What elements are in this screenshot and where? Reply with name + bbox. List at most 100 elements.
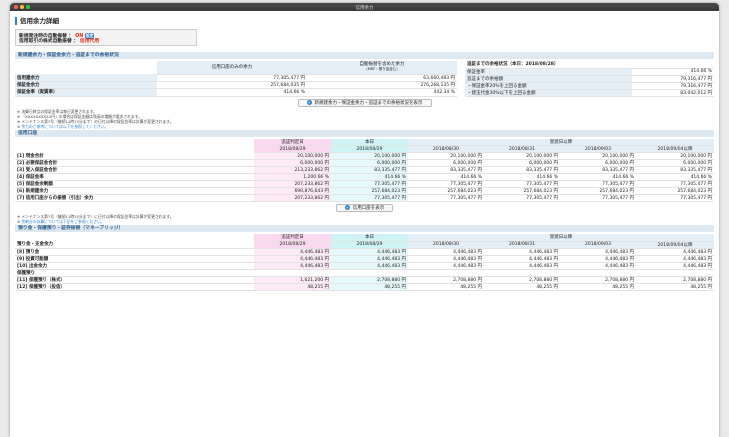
row-label: [9] 投資可能額 [15, 255, 254, 263]
cell-value: 257,684,023 円 [484, 187, 560, 195]
plus-icon: + [344, 205, 350, 210]
cell-value: 20,100,000 円 [331, 152, 408, 160]
note-link[interactable]: 余剰分の計算については下記をご参照ください。 [21, 219, 104, 224]
row-label: [11] 保護預り（株式） [15, 276, 254, 284]
cell-value: 48,255 円 [408, 283, 484, 291]
cell-value: 414.66 % [484, 173, 560, 181]
cell-value: 2,708,880 円 [636, 276, 714, 284]
cell-value: 6,000,000 円 [408, 159, 484, 167]
margin-call-status-title: 追証までの余裕状況（本日：2018/08/28） [465, 61, 714, 69]
table-row: [1] 現金合計 20,100,000 円 20,100,000 円 20,100,0… [15, 152, 714, 160]
table-row: [5] 保証金余剰額 207,233,862 円 77,305,477 円 77,30… [15, 180, 714, 188]
cell-value: 4,446,483 円 [331, 248, 408, 256]
date-header: 2018/09/03 [560, 241, 636, 249]
page-title: 信用余力詳細 [15, 17, 714, 25]
cell-value: 6,000,000 円 [636, 159, 714, 167]
plus-icon: + [306, 99, 312, 105]
cell-value: 83,335,477 円 [484, 166, 560, 174]
cell-value: 2,708,880 円 [560, 276, 636, 284]
cell-value: 77,305,477 円 [157, 74, 307, 83]
cell-value: 6,000,000 円 [254, 159, 331, 167]
cell-value: 48,255 円 [254, 283, 331, 291]
row-label: 保証金余力 [15, 81, 157, 90]
col-overdue-header: 追証判定日 [254, 234, 331, 242]
col-overdue-header: 追証判定日 [254, 138, 331, 146]
cell-value: 83,042,012 円 [631, 89, 714, 97]
date-header: 2018/08/29 [331, 145, 408, 153]
table-row: 保証金率 414.66 % [465, 68, 714, 76]
custody-rows: [11] 保護預り（株式） 1,621,200 円 2,708,880 円 2,708… [15, 276, 714, 291]
section-margin-status-title: 新規建余力・保証金余力・追証までの余裕状況 [15, 52, 714, 59]
group-label: 預り金・支金余力 [15, 241, 254, 249]
table-row: [8] 預り金 4,446,483 円 4,446,483 円 4,446,483 円… [15, 248, 714, 256]
cell-value: 2,708,880 円 [484, 276, 560, 284]
cell-value: 77,305,477 円 [484, 194, 560, 202]
cell-value: 83,335,477 円 [408, 166, 484, 174]
row-label: [3] 受入保証金合計 [15, 166, 254, 174]
section-deposits-title: 預り金・保護預り・証券振替（マネーブリッジ） [15, 225, 714, 232]
stock-transfer-row: 信用取引の株式自動振替 ： 信用代用 [19, 38, 100, 44]
note-link[interactable]: 余力のご参考については以下を参照してください。 [21, 124, 108, 129]
note-item: ※ 余力のご参考については以下を参照してください。 [17, 123, 109, 129]
cell-value: 77,305,477 円 [408, 194, 484, 202]
date-header: 2018/08/31 [484, 145, 560, 153]
row-label: 信用建余力 [15, 74, 157, 83]
notes-2: ※ メンテナンス第7号（継続11時15分まで）に日付以降の保証金率は計算が変更さ… [17, 214, 714, 224]
table-row: [2] 必要保証金合計 6,000,000 円 6,000,000 円 6,000,0… [15, 159, 714, 167]
cell-value: 4,446,483 円 [484, 262, 560, 270]
col-future-header: 受渡日以降 [408, 138, 714, 146]
stock-transfer-value: 信用代用 [79, 38, 100, 44]
cell-value: 6,000,000 円 [331, 159, 408, 167]
table-row: [4] 保証金率 1,200.66 % 414.66 % 414.66 % 414.66… [15, 173, 714, 181]
cell-value: 20,100,000 円 [408, 152, 484, 160]
cell-value: 77,305,477 円 [331, 180, 408, 188]
cell-value: 414.66 % [157, 88, 307, 97]
cell-value: 414.66 % [560, 173, 636, 181]
stock-transfer-label: 信用取引の株式自動振替 [19, 38, 72, 44]
cell-value: 690,876,643 円 [254, 187, 331, 195]
cell-value: 4,446,483 円 [331, 262, 408, 270]
cell-value: 4,446,483 円 [408, 255, 484, 263]
title-bar: 信用余力 [10, 3, 719, 11]
cell-value: 83,335,477 円 [331, 166, 408, 174]
cell-value: 77,305,477 円 [408, 180, 484, 188]
show-credit-account-button[interactable]: + 信用口座を表示 [335, 204, 394, 212]
cell-value: 414.66 % [408, 173, 484, 181]
cell-value: 79,316,477 円 [631, 75, 714, 83]
show-credit-account-label: 信用口座を表示 [352, 206, 385, 211]
cell-value: 4,446,483 円 [636, 255, 714, 263]
cell-value: 257,684,035 円 [157, 81, 307, 90]
cell-value: 48,255 円 [484, 283, 560, 291]
cell-value: 4,446,483 円 [408, 262, 484, 270]
table-row: [9] 投資可能額 4,446,483 円 4,446,483 円 4,446,483… [15, 255, 714, 263]
credit-table-corner [15, 139, 254, 146]
cell-value: 4,446,483 円 [560, 262, 636, 270]
cell-value: 77,305,477 円 [560, 194, 636, 202]
cell-value: 4,446,483 円 [636, 248, 714, 256]
table-row: [3] 受入保証金合計 213,233,862 円 83,335,477 円 83,3… [15, 166, 714, 174]
date-header: 2018/08/29 [254, 145, 331, 153]
date-header: 2018/08/31 [484, 241, 560, 249]
cell-value: 20,100,000 円 [560, 152, 636, 160]
table-row: 信用建余力 77,305,477 円 63,660,483 円 [15, 74, 457, 83]
window-title: 信用余力 [355, 5, 374, 11]
cell-value: 257,684,023 円 [408, 187, 484, 195]
table-row: 保証金率（実質率） 414.66 % 442.34 % [15, 88, 457, 97]
cell-value: 20,100,000 円 [484, 152, 560, 160]
show-margin-status-button[interactable]: + 新規建余力・保証金余力・追証までの余裕状況を表示 [297, 98, 432, 107]
cell-value: 6,000,000 円 [484, 159, 560, 167]
col-today-header: 本日 [331, 234, 408, 242]
table-row: 追証までの余裕額 79,316,477 円 [465, 75, 714, 83]
credit-rows: [1] 現金合計 20,100,000 円 20,100,000 円 20,100,0… [15, 152, 714, 202]
cell-value: 207,233,862 円 [254, 180, 331, 188]
date-header: 2018/08/29 [331, 241, 408, 249]
table-row: [6] 新規建余力 690,876,643 円 257,684,023 円 257,6… [15, 187, 714, 195]
col-with-transfer: 自動振替を含めた余力 (MRF・預り金含む) [307, 61, 457, 75]
date-header: 2018/08/30 [408, 241, 484, 249]
cell-value: 77,305,477 円 [484, 180, 560, 188]
credit-account-button-row: + 信用口座を表示 [15, 204, 714, 212]
table-row: 保証金余力 257,684,035 円 276,268,135 円 [15, 81, 457, 90]
col-today-header: 本日 [331, 138, 408, 146]
date-header: 2018/08/29 [254, 241, 331, 249]
cell-value: 414.66 % [636, 173, 714, 181]
